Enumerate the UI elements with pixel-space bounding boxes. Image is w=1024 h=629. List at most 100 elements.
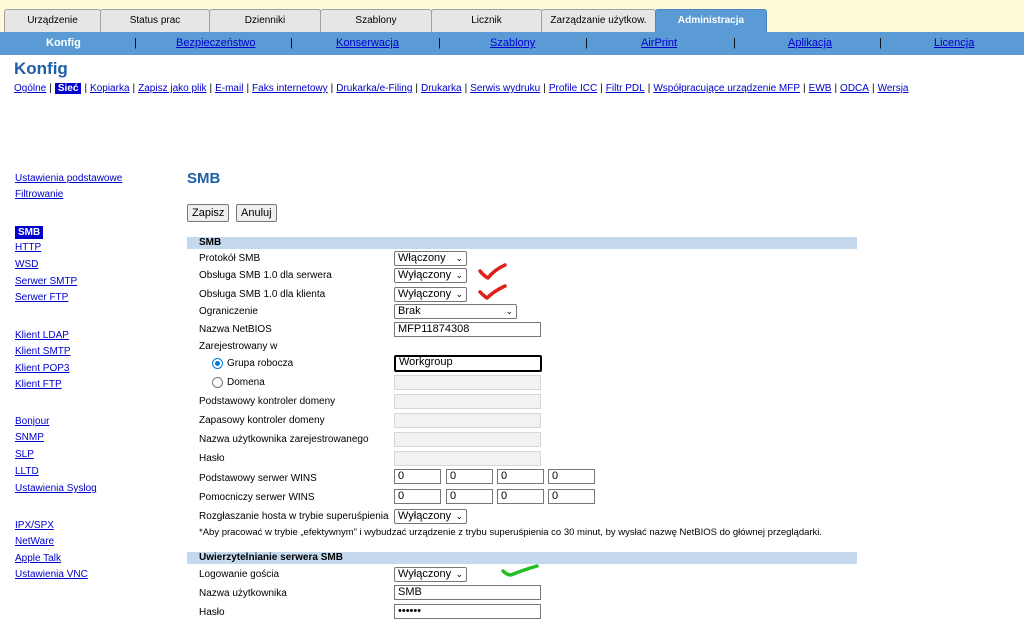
sidebar-item-klient-smtp[interactable]: Klient SMTP [15,346,71,357]
auth-username-input[interactable]: SMB [394,585,541,600]
tab-administracja[interactable]: Administracja [655,9,767,32]
tab-dzienniki[interactable]: Dzienniki [209,9,321,32]
domain-radio[interactable] [212,377,223,388]
restriction-select[interactable]: Brak ⌄ [394,304,517,319]
category-drukarka-e-filing[interactable]: Drukarka/e-Filing [336,83,412,94]
primary-wins-octet-1[interactable]: 0 [394,469,441,484]
category-sieć[interactable]: Sieć [54,83,82,94]
save-button[interactable]: Zapisz [187,204,230,222]
secondary-wins-octet-4[interactable]: 0 [548,489,595,504]
subnav-airprint[interactable]: AirPrint [641,32,677,55]
tab-status-prac[interactable]: Status prac [100,9,210,32]
netbios-input[interactable]: MFP11874308 [394,322,541,337]
sidebar-item-lltd[interactable]: LLTD [15,466,39,477]
category-ogólne[interactable]: Ogólne [14,83,46,94]
subnav-separator: | [585,37,588,49]
sidebar-item-http[interactable]: HTTP [15,242,41,253]
chevron-down-icon: ⌄ [455,289,463,299]
subnav-aplikacja[interactable]: Aplikacja [788,32,832,55]
subnav-separator: | [438,37,441,49]
category-separator: | [834,83,838,94]
sidebar-item-smb[interactable]: SMB [15,226,44,239]
sidebar-item-ustawienia-syslog[interactable]: Ustawienia Syslog [15,483,97,494]
smb-password-label: Hasło [199,453,225,464]
category-separator: | [132,83,136,94]
category-separator: | [464,83,468,94]
primary-wins-label: Podstawowy serwer WINS [199,473,317,484]
category-e-mail[interactable]: E-mail [215,83,243,94]
sidebar-item-wsd[interactable]: WSD [15,259,38,270]
category-separator: | [84,83,88,94]
primary-dc-input [394,394,541,409]
smb1-client-select[interactable]: Wyłączony ⌄ [394,287,467,302]
guest-login-select[interactable]: Wyłączony ⌄ [394,567,467,582]
red-check-mark-icon [478,263,507,280]
sidebar-item-klient-pop3[interactable]: Klient POP3 [15,363,69,374]
sidebar-item-ustawienia-podstawowe[interactable]: Ustawienia podstawowe [15,173,122,184]
workgroup-radio[interactable] [212,358,223,369]
sidebar-item-filtrowanie[interactable]: Filtrowanie [15,189,63,200]
subnav-konfig[interactable]: Konfig [46,32,81,55]
subnav-licencja[interactable]: Licencja [934,32,974,55]
sidebar-item-serwer-smtp[interactable]: Serwer SMTP [15,276,77,287]
chevron-down-icon: ⌄ [455,270,463,280]
category-serwis-wydruku[interactable]: Serwis wydruku [470,83,540,94]
subnav-szablony[interactable]: Szablony [490,32,535,55]
sidebar-item-klient-ldap[interactable]: Klient LDAP [15,330,69,341]
cancel-button[interactable]: Anuluj [236,204,277,222]
category-filtr-pdl[interactable]: Filtr PDL [606,83,645,94]
primary-dc-label: Podstawowy kontroler domeny [199,396,336,407]
primary-wins-octet-4[interactable]: 0 [548,469,595,484]
tab-licznik[interactable]: Licznik [431,9,542,32]
sidebar-item-slp[interactable]: SLP [15,449,34,460]
category-ewb[interactable]: EWB [809,83,832,94]
category-odca[interactable]: ODCA [840,83,869,94]
tab-szablony[interactable]: Szablony [320,9,432,32]
secondary-wins-octet-1[interactable]: 0 [394,489,441,504]
workgroup-input[interactable]: Workgroup [394,355,542,372]
subnav-separator: | [290,37,293,49]
sidebar-item-netware[interactable]: NetWare [15,536,54,547]
secondary-wins-label: Pomocniczy serwer WINS [199,492,315,503]
sidebar-item-klient-ftp[interactable]: Klient FTP [15,379,62,390]
category-współpracujące-urządzenie-mfp[interactable]: Współpracujące urządzenie MFP [653,83,800,94]
primary-wins-octet-3[interactable]: 0 [497,469,544,484]
category-faks-internetowy[interactable]: Faks internetowy [252,83,328,94]
category-separator: | [49,83,52,94]
category-separator: | [246,83,250,94]
red-check-mark-icon [478,284,507,300]
chevron-down-icon: ⌄ [455,569,463,579]
category-wersja[interactable]: Wersja [878,83,909,94]
primary-wins-octet-2[interactable]: 0 [446,469,493,484]
restriction-label: Ograniczenie [199,306,258,317]
sidebar-item-serwer-ftp[interactable]: Serwer FTP [15,292,68,303]
smb-protocol-select[interactable]: Włączony ⌄ [394,251,467,266]
secondary-wins-octet-2[interactable]: 0 [446,489,493,504]
category-drukarka[interactable]: Drukarka [421,83,462,94]
netbios-note: *Aby pracować w trybie „efektywnym” i wy… [199,527,823,538]
sidebar-item-ustawienia-vnc[interactable]: Ustawienia VNC [15,569,88,580]
smb1-server-select[interactable]: Wyłączony ⌄ [394,268,467,283]
tab-urzadzenie[interactable]: Urządzenie [4,9,101,32]
category-separator: | [543,83,546,94]
category-profile-icc[interactable]: Profile ICC [549,83,597,94]
sidebar-item-snmp[interactable]: SNMP [15,432,44,443]
sleep-broadcast-select[interactable]: Wyłączony ⌄ [394,509,467,524]
domain-input [394,375,541,390]
auth-username-label: Nazwa użytkownika [199,588,287,599]
category-zapisz-jako-plik[interactable]: Zapisz jako plik [138,83,206,94]
top-tab-bar: Urządzenie Status prac Dzienniki Szablon… [0,0,1024,32]
secondary-wins-octet-3[interactable]: 0 [497,489,544,504]
chevron-down-icon: ⌄ [455,511,463,521]
sidebar-item-bonjour[interactable]: Bonjour [15,416,49,427]
category-kopiarka[interactable]: Kopiarka [90,83,129,94]
subnav-separator: | [733,37,736,49]
category-separator: | [415,83,418,94]
tab-zarzadzanie-uzytkow[interactable]: Zarządzanie użytkow. [541,9,656,32]
auth-password-input[interactable]: •••••• [394,604,541,619]
sidebar-item-apple-talk[interactable]: Apple Talk [15,553,61,564]
sidebar-item-ipx-spx[interactable]: IPX/SPX [15,520,54,531]
subnav-konserwacja[interactable]: Konserwacja [336,32,399,55]
subnav-bezpieczenstwo[interactable]: Bezpieczeństwo [176,32,256,55]
smb-password-input [394,451,541,466]
